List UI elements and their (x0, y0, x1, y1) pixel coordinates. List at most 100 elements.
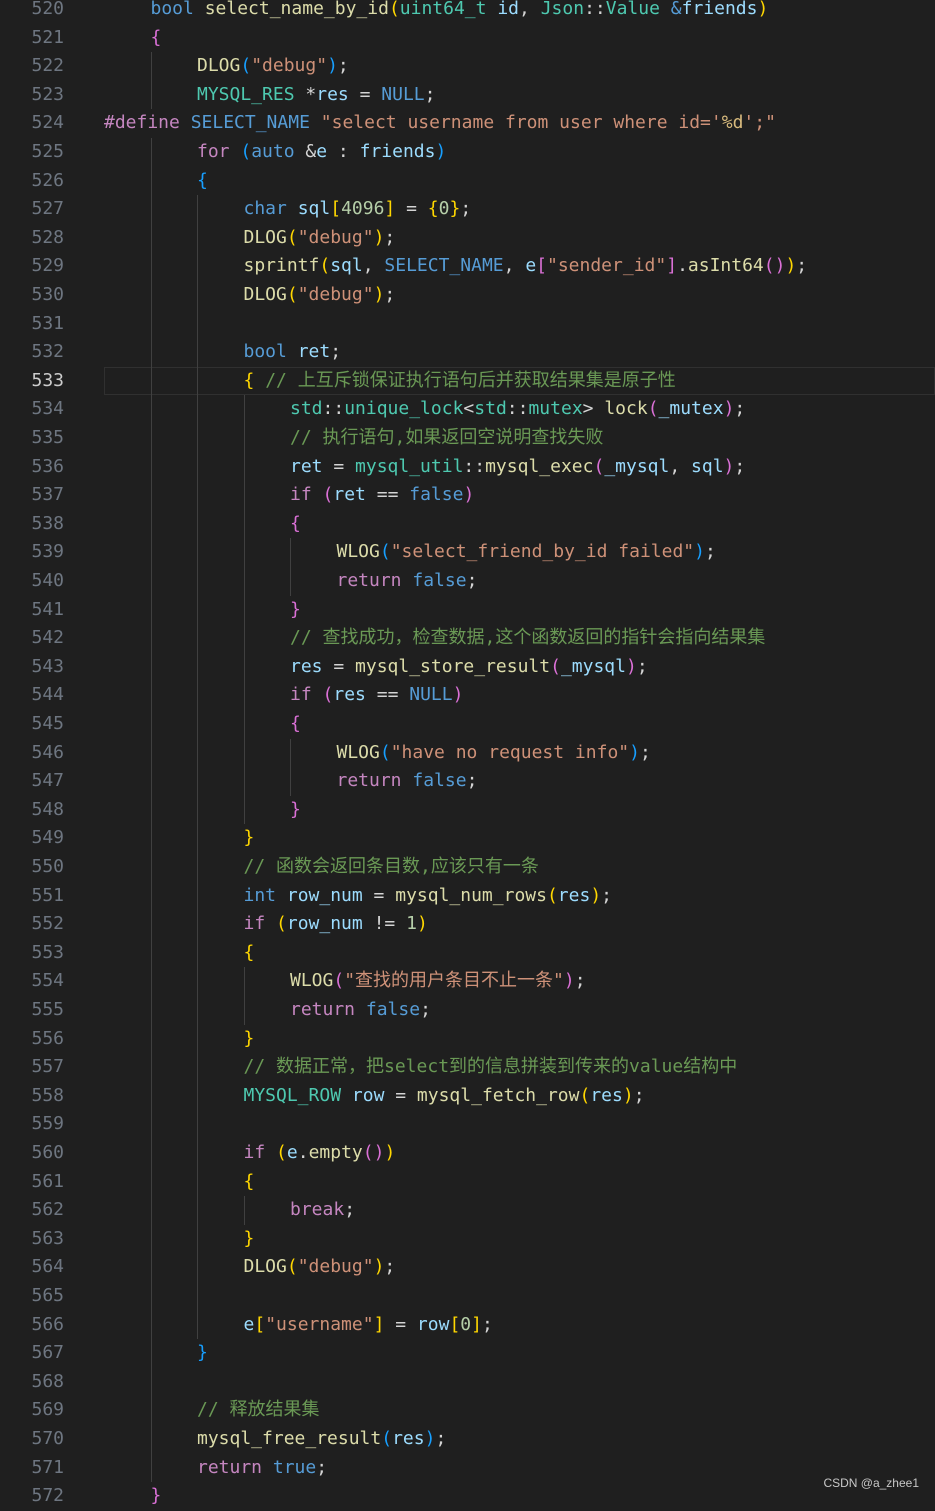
code-token: ';" (743, 112, 776, 133)
code-line[interactable]: 556} (0, 1025, 935, 1054)
code-token: { (244, 370, 255, 391)
line-number: 565 (0, 1282, 64, 1311)
code-line[interactable]: 551int row_num = mysql_num_rows(res); (0, 882, 935, 911)
code-token (265, 1142, 276, 1163)
code-line[interactable]: 527char sql[4096] = {0}; (0, 195, 935, 224)
code-token: ret (290, 456, 323, 477)
code-line[interactable]: 525for (auto &e : friends) (0, 138, 935, 167)
code-line[interactable]: 566e["username"] = row[0]; (0, 1311, 935, 1340)
code-line[interactable]: 571return true; (0, 1454, 935, 1483)
code-token: } (151, 1485, 162, 1506)
code-token: ( (240, 55, 251, 76)
code-line[interactable]: 544if (res == NULL) (0, 681, 935, 710)
code-line[interactable]: 564DLOG("debug"); (0, 1253, 935, 1282)
code-token: ; (316, 1457, 327, 1478)
code-line[interactable]: 550// 函数会返回条目数,应该只有一条 (0, 853, 935, 882)
code-line[interactable]: 534std::unique_lock<std::mutex> lock(_mu… (0, 395, 935, 424)
code-token: ] (374, 1314, 385, 1335)
code-line[interactable]: 521{ (0, 24, 935, 53)
code-token: = (395, 198, 428, 219)
code-editor[interactable]: 520bool select_name_by_id(uint64_t id, J… (0, 0, 935, 1499)
code-token: , (519, 0, 541, 19)
code-token: if (244, 1142, 266, 1163)
code-line[interactable]: 569// 释放结果集 (0, 1396, 935, 1425)
code-token: mysql_util (355, 456, 463, 477)
code-line[interactable]: 563} (0, 1225, 935, 1254)
code-text: { (290, 510, 301, 539)
code-token (262, 1457, 273, 1478)
code-line[interactable]: 529sprintf(sql, SELECT_NAME, e["sender_i… (0, 252, 935, 281)
code-line[interactable]: 560if (e.empty()) (0, 1139, 935, 1168)
line-number: 564 (0, 1253, 64, 1282)
code-token: SELECT_NAME (191, 112, 310, 133)
code-line[interactable]: 562break; (0, 1196, 935, 1225)
code-token: mysql_store_result (355, 656, 550, 677)
code-token: char (244, 198, 287, 219)
code-token: return (337, 770, 402, 791)
code-line[interactable]: 542// 查找成功，检查数据,这个函数返回的指针会指向结果集 (0, 624, 935, 653)
code-line[interactable]: 553{ (0, 939, 935, 968)
code-line[interactable]: 523MYSQL_RES *res = NULL; (0, 81, 935, 110)
code-line[interactable]: 567} (0, 1339, 935, 1368)
code-token: false (366, 999, 420, 1020)
code-line[interactable]: 541} (0, 596, 935, 625)
code-line[interactable]: 540return false; (0, 567, 935, 596)
code-text: res = mysql_store_result(_mysql); (290, 653, 648, 682)
code-token: unique_lock (344, 398, 463, 419)
code-line[interactable]: 565 (0, 1282, 935, 1311)
line-number: 539 (0, 538, 64, 567)
code-line[interactable]: 568 (0, 1368, 935, 1397)
code-line[interactable]: 535// 执行语句,如果返回空说明查找失败 (0, 424, 935, 453)
code-line[interactable]: 548} (0, 796, 935, 825)
code-line[interactable]: 524#define SELECT_NAME "select username … (0, 109, 935, 138)
code-token: // 函数会返回条目数,应该只有一条 (244, 856, 539, 877)
code-token: ] (666, 255, 677, 276)
code-line[interactable]: 533{ // 上互斥锁保证执行语句后并获取结果集是原子性 (0, 367, 935, 396)
line-number: 521 (0, 24, 64, 53)
code-token: & (295, 141, 317, 162)
code-line[interactable]: 538{ (0, 510, 935, 539)
code-line[interactable]: 559 (0, 1110, 935, 1139)
code-line[interactable]: 552if (row_num != 1) (0, 910, 935, 939)
code-token: != (363, 913, 406, 934)
code-line[interactable]: 545{ (0, 710, 935, 739)
line-number: 553 (0, 939, 64, 968)
code-token (230, 141, 241, 162)
code-line[interactable]: 526{ (0, 167, 935, 196)
code-line[interactable]: 528DLOG("debug"); (0, 224, 935, 253)
code-line[interactable]: 530DLOG("debug"); (0, 281, 935, 310)
code-line[interactable]: 520bool select_name_by_id(uint64_t id, J… (0, 0, 935, 24)
line-number: 535 (0, 424, 64, 453)
code-line[interactable]: 557// 数据正常，把select到的信息拼装到传来的value结构中 (0, 1053, 935, 1082)
code-line[interactable]: 555return false; (0, 996, 935, 1025)
code-token (660, 0, 671, 19)
code-line[interactable]: 522DLOG("debug"); (0, 52, 935, 81)
line-number: 571 (0, 1454, 64, 1483)
code-token: "sender_id" (547, 255, 666, 276)
code-token: "查找的用户条目不止一条" (344, 970, 564, 991)
code-token: std (474, 398, 507, 419)
code-line[interactable]: 537if (ret == false) (0, 481, 935, 510)
code-line[interactable]: 547return false; (0, 767, 935, 796)
code-line[interactable]: 543res = mysql_store_result(_mysql); (0, 653, 935, 682)
code-line[interactable]: 546WLOG("have no request info"); (0, 739, 935, 768)
line-number: 563 (0, 1225, 64, 1254)
code-token: #define (104, 112, 180, 133)
code-token: ( (380, 541, 391, 562)
code-line[interactable]: 572} (0, 1482, 935, 1511)
code-line[interactable]: 539WLOG("select_friend_by_id failed"); (0, 538, 935, 567)
code-token: ; (384, 1256, 395, 1277)
code-token (287, 198, 298, 219)
code-line[interactable]: 549} (0, 824, 935, 853)
code-line[interactable]: 532bool ret; (0, 338, 935, 367)
line-number: 561 (0, 1168, 64, 1197)
code-line[interactable]: 558MYSQL_ROW row = mysql_fetch_row(res); (0, 1082, 935, 1111)
code-line[interactable]: 536ret = mysql_util::mysql_exec(_mysql, … (0, 453, 935, 482)
code-token: DLOG (244, 227, 287, 248)
code-token: sql (691, 456, 724, 477)
code-text: MYSQL_ROW row = mysql_fetch_row(res); (244, 1082, 645, 1111)
code-line[interactable]: 570mysql_free_result(res); (0, 1425, 935, 1454)
code-line[interactable]: 554WLOG("查找的用户条目不止一条"); (0, 967, 935, 996)
code-line[interactable]: 531 (0, 310, 935, 339)
code-line[interactable]: 561{ (0, 1168, 935, 1197)
